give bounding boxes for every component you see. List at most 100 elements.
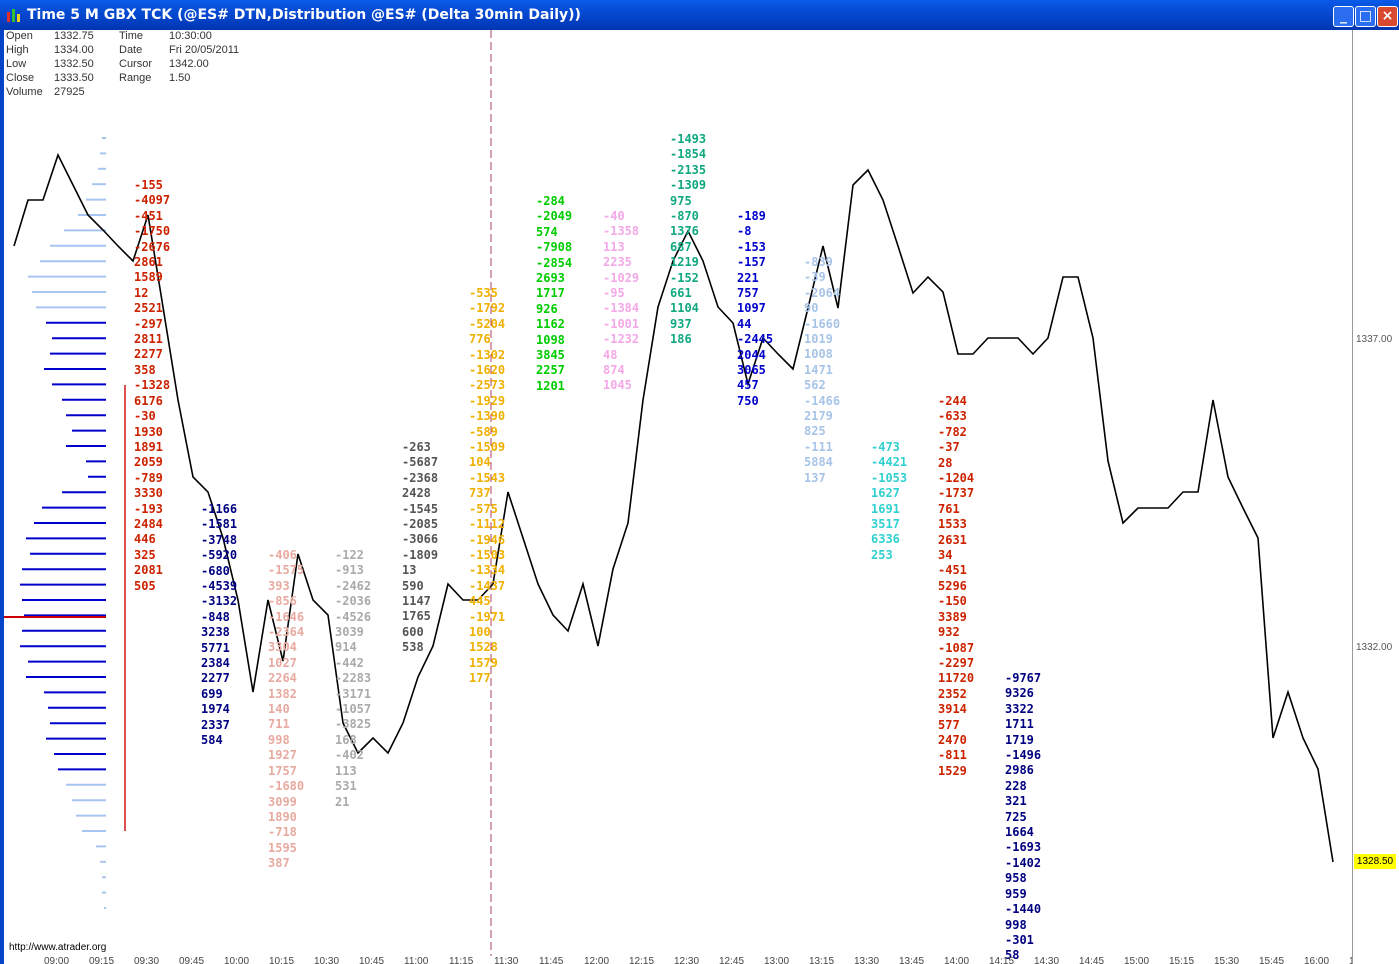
delta-value: -1929: [469, 393, 506, 408]
delta-value: -1302: [469, 347, 506, 362]
delta-value: -5204: [469, 316, 506, 331]
time-tick-label: 11:45: [539, 956, 564, 964]
delta-value: -589: [469, 424, 498, 439]
delta-value: 2277: [134, 347, 163, 362]
delta-value: -1509: [469, 440, 506, 455]
delta-value: 5884: [804, 455, 833, 470]
delta-value: 2986: [1005, 763, 1034, 778]
close-button[interactable]: ×: [1377, 6, 1398, 27]
time-tick-label: 10:30: [314, 956, 340, 964]
delta-value: 9326: [1005, 686, 1034, 701]
delta-value: -2368: [402, 470, 439, 485]
delta-value: -9767: [1005, 671, 1042, 685]
delta-value: 1376: [670, 224, 699, 239]
delta-value: -1646: [268, 609, 305, 624]
delta-value: 1097: [737, 301, 766, 316]
delta-value: 253: [871, 547, 893, 562]
delta-value: 1717: [536, 286, 565, 301]
delta-value: -402: [335, 748, 364, 763]
delta-value: -111: [804, 439, 833, 454]
delta-value: 776: [469, 332, 491, 347]
delta-value: -1440: [1005, 902, 1042, 917]
minimize-button[interactable]: _: [1333, 6, 1354, 27]
app-chart-icon: [7, 9, 20, 22]
delta-value: 34: [938, 548, 953, 563]
delta-value: 3845: [536, 348, 565, 363]
delta-value: -3132: [201, 594, 238, 609]
delta-value: -473: [871, 440, 900, 454]
delta-value: -633: [938, 409, 967, 424]
range-label: Range: [119, 72, 152, 84]
delta-value: -2445: [737, 332, 774, 347]
delta-value: -301: [1005, 932, 1034, 947]
delta-column-11: -839 -39 -2064 90 -1660 1019 1008 1471 562 -1466 2…: [804, 255, 840, 486]
delta-value: -3748: [201, 532, 238, 547]
delta-value: 1529: [938, 763, 967, 778]
delta-value: -680: [201, 563, 230, 578]
website-link[interactable]: http://www.atrader.org: [9, 942, 106, 953]
delta-value: 1691: [871, 501, 900, 516]
delta-column-4: -122 -913 -2462 -2036 -4526 3039 914 -442 -2283-…: [335, 548, 371, 810]
delta-value: 113: [603, 239, 625, 254]
delta-value: 3099: [268, 794, 297, 809]
delta-value: -2297: [938, 655, 975, 670]
delta-value: 975: [670, 193, 692, 208]
delta-value: 1147: [402, 594, 431, 609]
delta-value: -789: [134, 470, 163, 485]
time-tick-label: 11:30: [494, 956, 519, 964]
delta-value: 914: [335, 640, 357, 655]
delta-value: 221: [737, 270, 759, 285]
title-bar: Time 5 M GBX TCK (@ES# DTN,Distribution …: [0, 0, 1399, 30]
delta-value: 1757: [268, 763, 297, 778]
delta-value: 1579: [469, 655, 498, 670]
delta-value: 1471: [804, 362, 833, 377]
delta-value: -451: [938, 563, 967, 578]
time-tick-label: 15:00: [1124, 956, 1150, 964]
delta-value: 1711: [1005, 717, 1034, 732]
delta-column-7: -284 -2049 574 -7908 -2854 2693 1717 926 1162 109…: [536, 194, 572, 394]
delta-value: 1589: [134, 270, 163, 285]
delta-value: -839: [804, 255, 833, 269]
low-label: Low: [6, 58, 27, 70]
delta-value: 1162: [536, 317, 565, 332]
time-tick-label: 09:15: [89, 956, 115, 964]
delta-column-8: -40 -1358 113 2235 -1029 -95 -1384 -1001 -1232 48…: [603, 209, 639, 394]
delta-value: -5920: [201, 548, 238, 563]
delta-value: -1029: [603, 270, 640, 285]
price-label-1332: 1332.00: [1356, 642, 1393, 653]
delta-value: 3914: [938, 702, 967, 717]
maximize-button[interactable]: □: [1355, 6, 1376, 27]
delta-value: 2257: [536, 363, 565, 378]
delta-value: 574: [536, 224, 558, 239]
delta-value: 2179: [804, 409, 833, 424]
delta-value: 228: [1005, 778, 1027, 793]
delta-value: -4526: [335, 609, 372, 624]
delta-value: -1792: [469, 301, 506, 316]
time-tick-label: 09:30: [134, 956, 160, 964]
delta-value: -30: [134, 409, 156, 424]
delta-column-13: -244 -633 -782 -37 28 -1204 -1737 761 1533 2631 34…: [938, 394, 974, 779]
delta-value: 531: [335, 779, 357, 794]
time-tick-label: 12:15: [629, 956, 655, 964]
time-tick-label: 14:00: [944, 956, 970, 964]
delta-value: 1595: [268, 840, 297, 855]
time-tick-label: 12:00: [584, 956, 610, 964]
delta-value: 584: [201, 733, 223, 748]
delta-value: 1627: [871, 486, 900, 501]
delta-value: 2861: [134, 255, 163, 270]
delta-value: 761: [938, 501, 960, 516]
delta-value: -1204: [938, 471, 975, 486]
delta-value: -155: [134, 178, 163, 192]
delta-value: -913: [335, 563, 364, 578]
delta-value: -8: [737, 224, 752, 239]
delta-value: 1664: [1005, 825, 1034, 840]
delta-value: 1533: [938, 517, 967, 532]
delta-value: -1809: [402, 547, 439, 562]
price-label-1337: 1337.00: [1356, 334, 1393, 345]
delta-value: -4097: [134, 193, 171, 208]
delta-value: 1891: [134, 439, 163, 454]
delta-value: 1719: [1005, 732, 1034, 747]
delta-value: 2693: [536, 271, 565, 286]
cursor-label: Cursor: [119, 58, 153, 70]
delta-value: -2676: [134, 239, 171, 254]
